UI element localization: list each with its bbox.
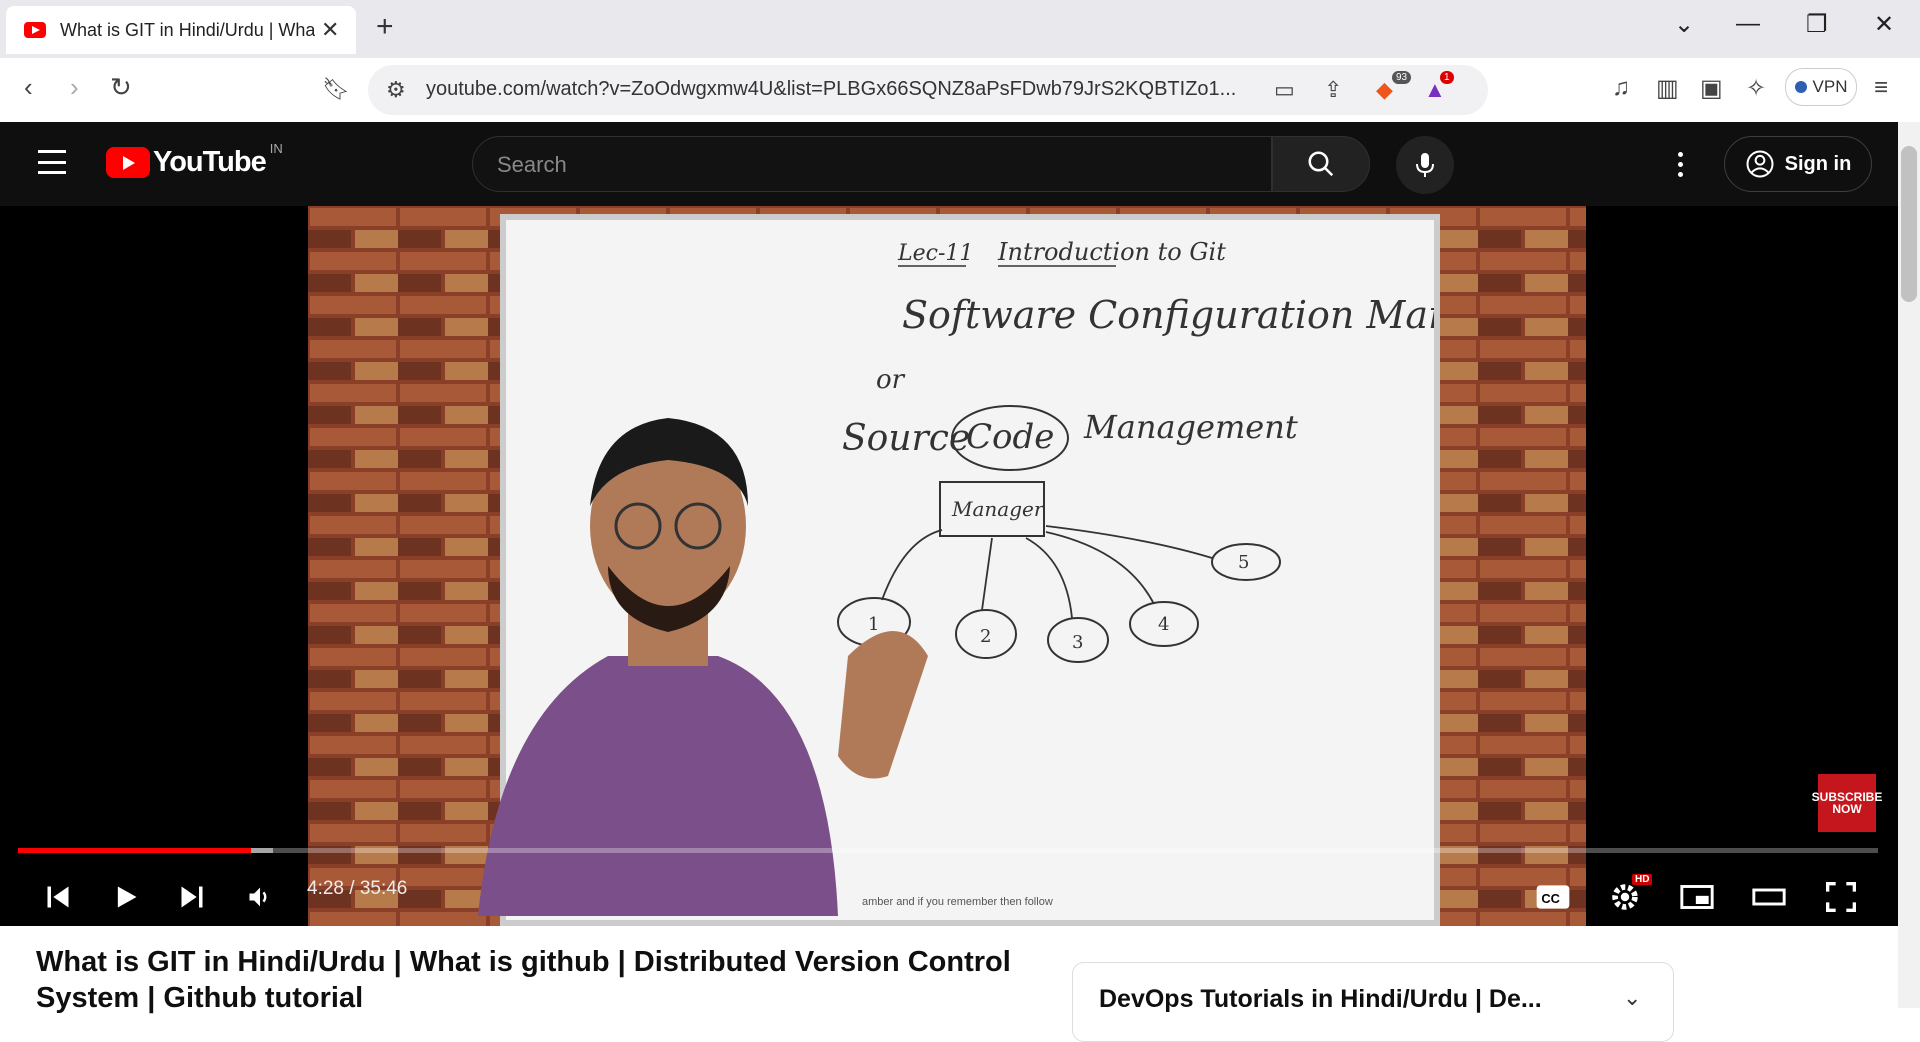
leo-ai-icon[interactable]: ✧ [1746, 74, 1766, 103]
address-bar[interactable]: ⚙︎ youtube.com/watch?v=ZoOdwgxmw4U&list=… [368, 65, 1488, 115]
video-frame: Lec-11 Introduction to Git Software Conf… [308, 206, 1586, 926]
youtube-logo[interactable]: YouTube IN [106, 141, 283, 179]
sign-in-label: Sign in [1784, 152, 1852, 175]
microphone-icon [1416, 153, 1434, 177]
search-button[interactable] [1272, 136, 1370, 192]
previous-button[interactable] [38, 872, 78, 922]
guide-menu-icon[interactable] [38, 150, 66, 174]
progress-played [18, 848, 251, 853]
restore-button[interactable]: ❐ [1806, 10, 1828, 39]
more-options-icon[interactable] [1678, 152, 1683, 177]
next-button[interactable] [172, 872, 212, 922]
hd-badge: HD [1632, 874, 1653, 885]
browser-tab-bar: What is GIT in Hindi/Urdu | What is gith… [0, 0, 1920, 58]
tab-title: What is GIT in Hindi/Urdu | What is gith… [60, 19, 315, 40]
board-lecture: Lec-11 [897, 241, 973, 266]
forward-button[interactable]: › [70, 72, 79, 103]
presenter-figure [478, 418, 928, 916]
youtube-play-logo-icon [106, 147, 150, 178]
rewards-count-badge: 1 [1440, 71, 1454, 84]
chevron-down-icon[interactable]: ⌄ [1623, 985, 1641, 1011]
sidebar-icon[interactable]: ▥ [1656, 74, 1679, 103]
next-icon [181, 886, 203, 908]
new-tab-button[interactable]: + [376, 10, 394, 44]
url-text[interactable]: youtube.com/watch?v=ZoOdwgxmw4U&list=PLB… [426, 78, 1236, 101]
wallet-icon[interactable]: ▣ [1700, 74, 1723, 103]
voice-search-button[interactable] [1396, 136, 1454, 194]
theater-mode-icon [1752, 888, 1786, 906]
board-node-5: 5 [1238, 552, 1249, 573]
video-player[interactable]: Lec-11 Introduction to Git Software Conf… [0, 206, 1898, 926]
theater-mode-button[interactable] [1746, 872, 1792, 922]
sign-in-button[interactable]: Sign in [1724, 136, 1872, 192]
shields-count-badge: 93 [1392, 71, 1412, 84]
closed-captions-icon: CC [1536, 885, 1570, 909]
youtube-wordmark: YouTube [153, 146, 267, 178]
country-code: IN [269, 141, 283, 156]
share-icon[interactable]: ⇪ [1324, 77, 1342, 103]
fullscreen-icon [1826, 882, 1856, 912]
back-button[interactable]: ‹ [24, 72, 33, 103]
subtitles-button[interactable]: CC [1530, 872, 1576, 922]
play-icon [117, 886, 137, 908]
youtube-header: YouTube IN Sign in [0, 122, 1898, 206]
fullscreen-button[interactable] [1818, 872, 1864, 922]
minimize-button[interactable]: — [1736, 10, 1760, 38]
search-input[interactable] [495, 151, 1239, 179]
media-icon[interactable]: ♫ [1612, 74, 1630, 102]
svg-text:CC: CC [1541, 891, 1560, 906]
page-scrollbar[interactable] [1898, 122, 1920, 1008]
search-icon [1308, 151, 1334, 177]
menu-icon[interactable]: ≡ [1874, 74, 1888, 102]
board-node-4: 4 [1158, 614, 1169, 635]
board-node-3: 3 [1072, 632, 1083, 653]
board-line1: Software Configuration Management [902, 293, 1434, 337]
burned-in-caption: amber and if you remember then follow [862, 896, 1053, 908]
browser-tab[interactable]: What is GIT in Hindi/Urdu | What is gith… [6, 6, 356, 54]
browser-toolbar: ‹ › ↻ 🔖︎ ⚙︎ youtube.com/watch?v=ZoOdwgxm… [0, 58, 1920, 123]
miniplayer-icon [1680, 885, 1714, 909]
time-display: 4:28 / 35:46 [307, 878, 408, 899]
play-button[interactable] [106, 872, 146, 922]
volume-icon [249, 887, 267, 907]
board-line2-c: Management [1083, 408, 1298, 446]
video-title: What is GIT in Hindi/Urdu | What is gith… [36, 946, 1011, 1014]
close-window-button[interactable]: ✕ [1874, 10, 1894, 39]
video-info-area: What is GIT in Hindi/Urdu | What is gith… [0, 926, 1898, 1042]
settings-button[interactable]: HD [1602, 872, 1653, 922]
close-tab-icon[interactable]: ✕ [321, 17, 339, 43]
tab-search-chevron-icon[interactable]: ⌄ [1674, 10, 1694, 39]
previous-icon [47, 886, 69, 908]
board-heading: Introduction to Git [997, 238, 1226, 266]
site-settings-icon[interactable]: ⚙︎ [386, 77, 406, 103]
subscribe-now-badge[interactable]: SUBSCRIBE NOW [1812, 774, 1882, 832]
search-box[interactable] [472, 136, 1272, 192]
mute-button[interactable] [240, 872, 280, 922]
cast-icon[interactable]: ▭ [1274, 77, 1295, 103]
gear-icon [1612, 884, 1638, 910]
progress-bar[interactable] [18, 848, 1878, 853]
reload-button[interactable]: ↻ [110, 72, 132, 103]
bookmark-icon[interactable]: 🔖︎ [322, 76, 350, 102]
vpn-status-icon [1794, 81, 1807, 93]
playlist-title[interactable]: DevOps Tutorials in Hindi/Urdu | De... [1099, 985, 1599, 1014]
account-icon [1746, 150, 1774, 178]
playlist-panel[interactable]: DevOps Tutorials in Hindi/Urdu | De... ⌄ [1072, 962, 1674, 1042]
youtube-favicon-icon [24, 22, 46, 38]
brave-shields-icon[interactable]: ◆ [1376, 77, 1393, 103]
scrollbar-thumb[interactable] [1901, 146, 1917, 302]
miniplayer-button[interactable] [1674, 872, 1720, 922]
vpn-button[interactable]: VPN [1785, 68, 1857, 106]
vpn-label: VPN [1812, 77, 1848, 96]
